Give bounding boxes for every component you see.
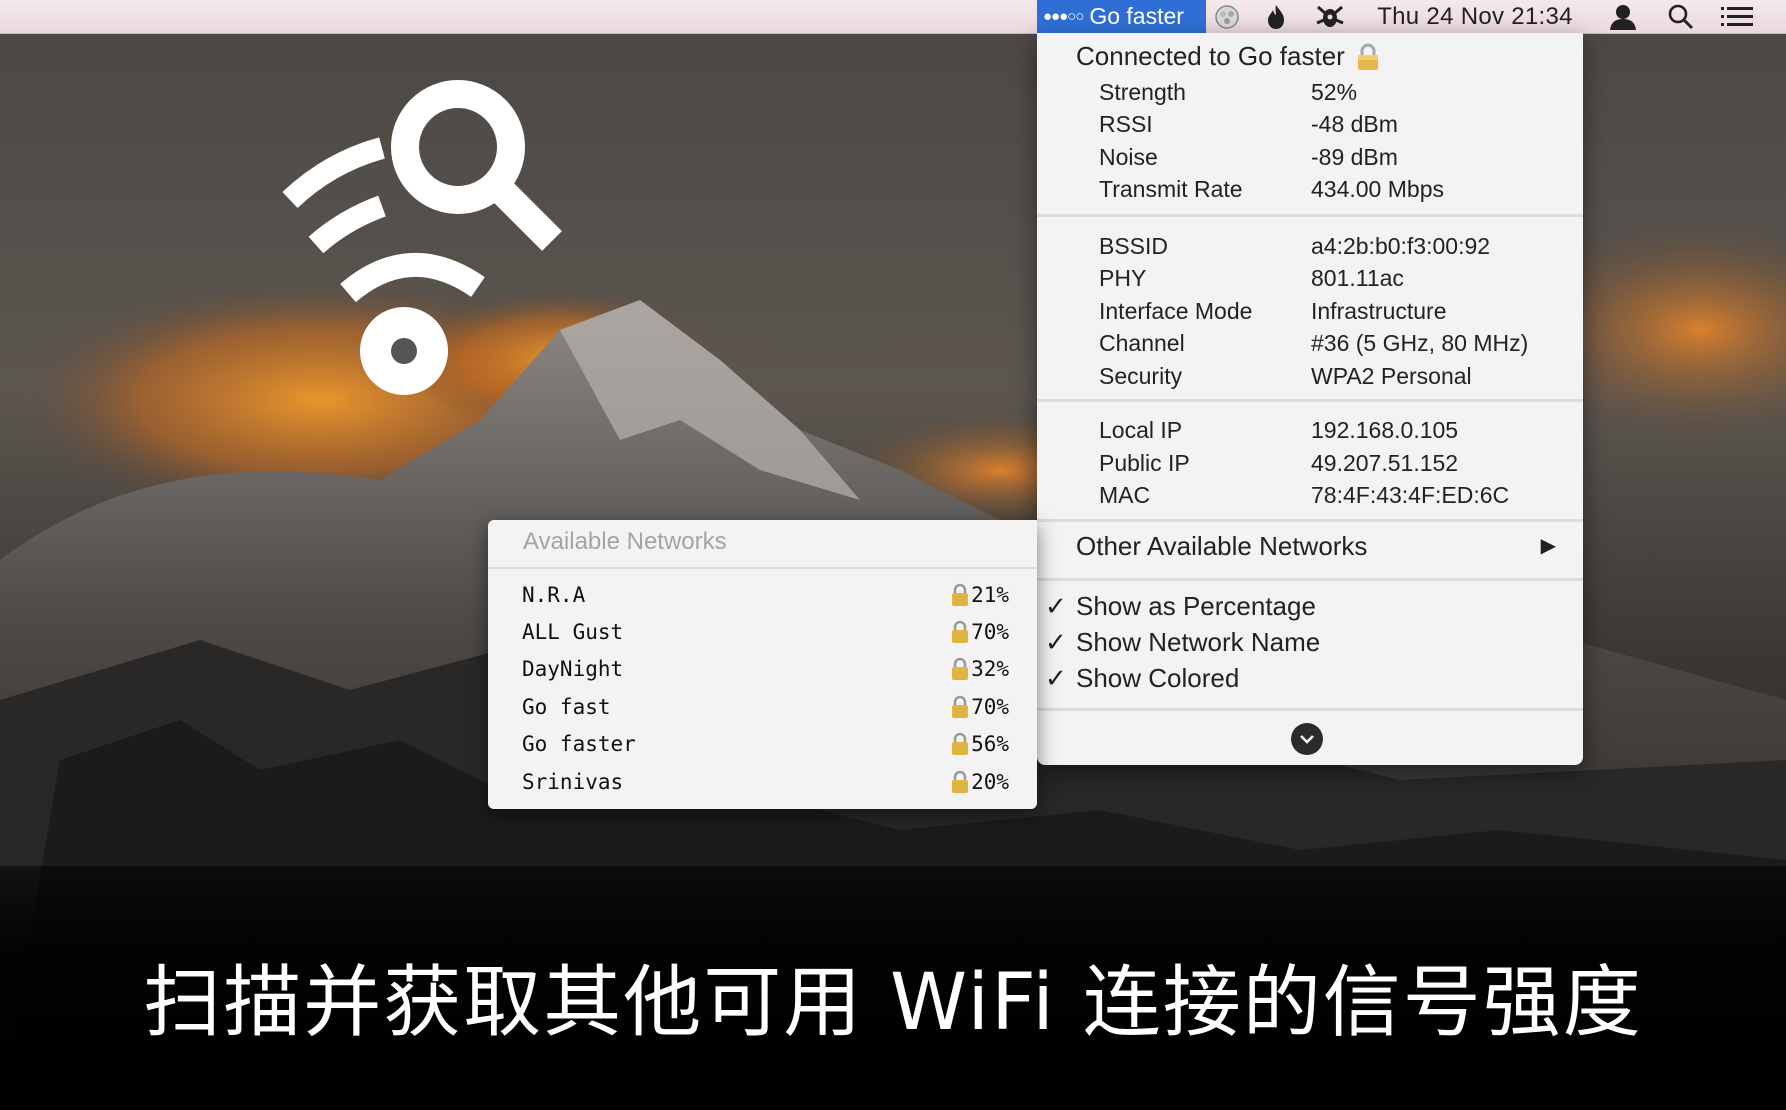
lock-icon [951,583,969,607]
network-item[interactable]: ALL Gust 70% [522,615,1009,649]
info-row-transmit-rate: Transmit Rate 434.00 Mbps [1099,173,1579,205]
info-key: Security [1099,363,1183,389]
network-item[interactable]: N.R.A 21% [522,578,1009,612]
colorful-ball-icon[interactable] [1210,0,1244,33]
network-item[interactable]: DayNight 32% [522,652,1009,686]
checkmark-icon: ✓ [1045,663,1067,693]
info-value: -89 dBm [1311,144,1398,170]
available-networks-submenu: Available Networks N.R.A 21% ALL Gust 70… [488,520,1037,809]
info-row-mac: MAC 78:4F:43:4F:ED:6C [1099,479,1579,511]
option-show-network-name[interactable]: ✓ Show Network Name [1045,624,1320,660]
connected-label: Connected to Go faster [1076,41,1345,71]
network-strength: 21% [971,583,1009,607]
wifi-search-logo-icon [280,80,640,460]
network-item[interactable]: Srinivas 20% [522,765,1009,799]
option-show-as-percentage[interactable]: ✓ Show as Percentage [1045,588,1316,624]
info-value: #36 (5 GHz, 80 MHz) [1311,330,1529,356]
menu-bar: ●●●○○ Go faster Thu 24 Nov 21:34 [0,0,1786,34]
checkmark-icon: ✓ [1045,627,1067,657]
info-key: Local IP [1099,417,1183,443]
network-name: ALL Gust [522,620,624,644]
info-value: a4:2b:b0:f3:00:92 [1311,233,1491,259]
info-key: Public IP [1099,450,1190,476]
info-value: 434.00 Mbps [1311,176,1444,202]
separator [1037,708,1583,711]
network-item[interactable]: Go fast 70% [522,690,1009,724]
info-row-bssid: BSSID a4:2b:b0:f3:00:92 [1099,230,1579,262]
info-key: Transmit Rate [1099,176,1243,202]
clock[interactable]: Thu 24 Nov 21:34 [1368,0,1582,33]
info-key: Channel [1099,330,1185,356]
info-key: MAC [1099,482,1151,508]
info-key: Strength [1099,79,1186,105]
info-row-phy: PHY 801.11ac [1099,262,1579,294]
separator [1037,519,1583,522]
separator [1037,214,1583,217]
chevron-down-icon[interactable] [1291,723,1323,755]
info-key: BSSID [1099,233,1169,259]
info-row-interface-mode: Interface Mode Infrastructure [1099,295,1579,327]
other-networks-menu-item[interactable]: Other Available Networks ▶ [1076,528,1556,564]
other-networks-label: Other Available Networks [1076,531,1368,561]
lock-icon [951,732,969,756]
network-item[interactable]: Go faster 56% [522,727,1009,761]
separator [1037,578,1583,581]
info-value: 78:4F:43:4F:ED:6C [1311,482,1510,508]
lock-icon [1357,43,1379,71]
bug-icon[interactable] [1312,0,1348,33]
network-strength: 56% [971,732,1009,756]
promo-caption: 扫描并获取其他可用 WiFi 连接的信号强度 [143,958,1643,1048]
lock-icon [951,770,969,794]
info-value: WPA2 Personal [1311,363,1472,389]
info-key: RSSI [1099,111,1153,137]
info-row-rssi: RSSI -48 dBm [1099,108,1579,140]
network-strength: 20% [971,770,1009,794]
network-strength: 32% [971,657,1009,681]
wifi-dropdown-menu: Connected to Go faster Strength 52% RSSI… [1037,33,1583,765]
info-value: 49.207.51.152 [1311,450,1459,476]
info-value: Infrastructure [1311,298,1447,324]
network-name: DayNight [522,657,624,681]
info-row-channel: Channel #36 (5 GHz, 80 MHz) [1099,327,1579,359]
network-name: Srinivas [522,770,624,794]
wifi-network-name: Go faster [1089,3,1184,29]
wifi-signal-dots-icon: ●●●○○ [1043,8,1084,25]
option-label: Show as Percentage [1076,591,1316,621]
network-name: N.R.A [522,583,586,607]
connected-header: Connected to Go faster [1076,41,1379,72]
info-value: 801.11ac [1311,265,1404,291]
flame-icon[interactable] [1259,0,1293,33]
lock-icon [951,620,969,644]
network-strength: 70% [971,695,1009,719]
info-value: -48 dBm [1311,111,1398,137]
info-row-strength: Strength 52% [1099,76,1579,108]
info-row-security: Security WPA2 Personal [1099,360,1579,392]
submenu-arrow-icon: ▶ [1540,535,1556,557]
checkmark-icon: ✓ [1045,591,1067,621]
info-key: PHY [1099,265,1147,291]
info-key: Noise [1099,144,1158,170]
lock-icon [951,657,969,681]
info-value: 192.168.0.105 [1311,417,1459,443]
network-name: Go fast [522,695,611,719]
list-icon[interactable] [1717,0,1757,33]
wifi-status-menu[interactable]: ●●●○○ Go faster [1037,0,1206,33]
info-key: Interface Mode [1099,298,1253,324]
option-label: Show Colored [1076,663,1240,693]
network-name: Go faster [522,732,636,756]
info-row-public-ip: Public IP 49.207.51.152 [1099,447,1579,479]
lock-icon [951,695,969,719]
separator [1037,399,1583,402]
option-label: Show Network Name [1076,627,1321,657]
info-row-noise: Noise -89 dBm [1099,141,1579,173]
user-icon[interactable] [1605,0,1641,33]
option-show-colored[interactable]: ✓ Show Colored [1045,660,1239,696]
search-icon[interactable] [1663,0,1699,33]
info-value: 52% [1311,79,1358,105]
info-row-local-ip: Local IP 192.168.0.105 [1099,414,1579,446]
separator [488,567,1037,569]
submenu-title: Available Networks [523,528,727,555]
network-strength: 70% [971,620,1009,644]
